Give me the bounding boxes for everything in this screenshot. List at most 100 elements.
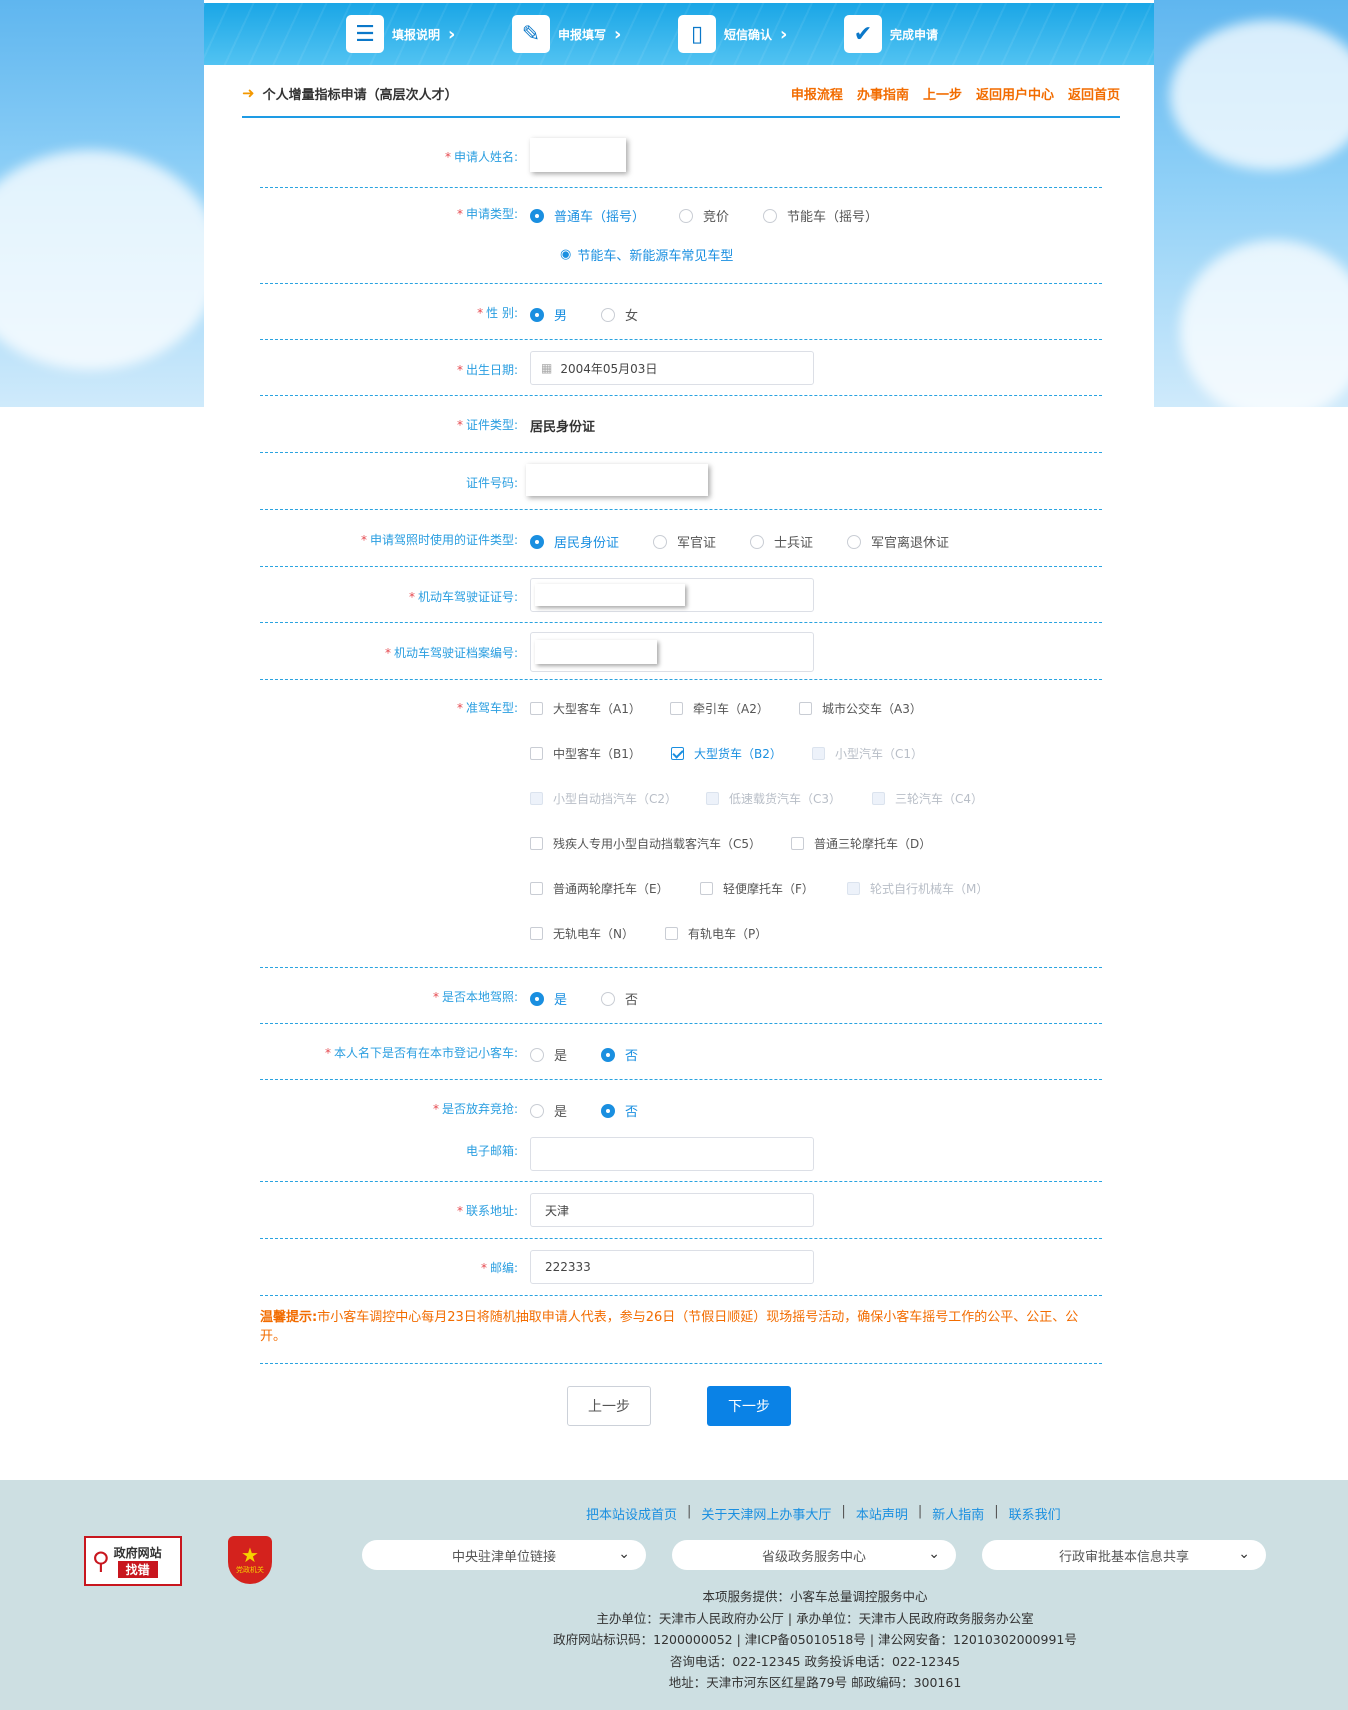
radio-apply-energy[interactable]: 节能车（摇号） <box>763 206 878 225</box>
license-number-input[interactable] <box>530 578 814 612</box>
link-guide[interactable]: 办事指南 <box>857 84 909 103</box>
link-user-center[interactable]: 返回用户中心 <box>976 84 1054 103</box>
radio-give-up-yes[interactable]: 是 <box>530 1101 567 1120</box>
checkbox-c4[interactable]: 三轮汽车（C4） <box>872 776 983 821</box>
row-birth: * 出生日期: ▦ 2004年05月03日 <box>260 340 1102 396</box>
link-prev-step[interactable]: 上一步 <box>923 84 962 103</box>
row-email: 电子邮箱: <box>260 1128 1102 1182</box>
id-number-input[interactable] <box>526 464 708 496</box>
emblem-icon: ★ <box>241 1543 259 1567</box>
row-license-file: * 机动车驾驶证档案编号: <box>260 623 1102 680</box>
checkbox-p[interactable]: 有轨电车（P） <box>665 911 767 956</box>
next-button[interactable]: 下一步 <box>707 1386 791 1426</box>
email-input[interactable] <box>530 1137 814 1171</box>
step-4: ✔ 完成申请 <box>844 13 938 55</box>
name-input[interactable] <box>530 138 626 172</box>
link-home[interactable]: 返回首页 <box>1068 84 1120 103</box>
link-set-home[interactable]: 把本站设成首页 <box>586 1504 677 1523</box>
row-license-number: * 机动车驾驶证证号: <box>260 567 1102 623</box>
redacted-value <box>535 640 657 664</box>
row-name: * 申请人姓名: <box>260 138 1102 188</box>
radio-gender-female[interactable]: 女 <box>601 305 638 324</box>
checkbox-a2[interactable]: 牵引车（A2） <box>670 686 799 731</box>
birth-date-picker[interactable]: ▦ 2004年05月03日 <box>530 351 814 385</box>
footer: 把本站设成首页 | 关于天津网上办事大厅 | 本站声明 | 新人指南 | 联系我们 ⚲ … <box>0 1480 1348 1710</box>
chevron-down-icon: ⌄ <box>1238 1546 1250 1562</box>
radio-apply-lottery[interactable]: 普通车（摇号） <box>530 206 645 225</box>
zip-input[interactable]: 222333 <box>530 1250 814 1284</box>
step-3: ▯ 短信确认 › <box>678 13 787 55</box>
page-title: 个人增量指标申请（高层次人才） <box>262 87 458 103</box>
row-address: * 联系地址: 天津 <box>260 1182 1102 1239</box>
link-contact[interactable]: 联系我们 <box>1009 1504 1061 1523</box>
document-icon: ☰ <box>346 15 384 53</box>
arrow-right-icon: ➜ <box>242 84 255 102</box>
row-has-car: * 本人名下是否有在本市登记小客车: 是 否 <box>260 1024 1102 1080</box>
checkbox-b1[interactable]: 中型客车（B1） <box>530 731 671 776</box>
radio-local-yes[interactable]: 是 <box>530 989 567 1008</box>
checkbox-e[interactable]: 普通两轮摩托车（E） <box>530 866 700 911</box>
edit-icon: ✎ <box>512 15 550 53</box>
page-header: ➜ 个人增量指标申请（高层次人才） 申报流程 办事指南 上一步 返回用户中心 返… <box>242 70 1120 118</box>
row-id-number: 证件号码: <box>260 453 1102 510</box>
chevron-down-icon: ⌄ <box>618 1546 630 1562</box>
radio-license-id-resident[interactable]: 居民身份证 <box>530 532 619 551</box>
checkbox-c3[interactable]: 低速载货汽车（C3） <box>706 776 872 821</box>
chevron-down-icon: ⌄ <box>928 1546 940 1562</box>
prev-button[interactable]: 上一步 <box>567 1386 651 1426</box>
checkbox-f[interactable]: 轻便摩托车（F） <box>700 866 847 911</box>
checkbox-c5[interactable]: 残疾人专用小型自动挡载客汽车（C5） <box>530 821 791 866</box>
chevron-right-icon: › <box>448 23 456 45</box>
radio-has-car-yes[interactable]: 是 <box>530 1045 567 1064</box>
row-apply-type: * 申请类型: 普通车（摇号） 竞价 节能车（摇号） ◉ 节能车、新能源车常见车型 <box>260 188 1102 284</box>
chevron-right-icon: › <box>614 23 622 45</box>
license-file-input[interactable] <box>530 632 814 672</box>
calendar-icon: ▦ <box>541 361 553 375</box>
gov-website-error-badge[interactable]: ⚲ 政府网站 找错 <box>84 1536 182 1586</box>
sms-icon: ▯ <box>678 15 716 53</box>
select-approval-info[interactable]: 行政审批基本信息共享 ⌄ <box>982 1540 1266 1570</box>
radio-license-id-retired[interactable]: 军官离退休证 <box>847 532 949 551</box>
select-central-units[interactable]: 中央驻津单位链接 ⌄ <box>362 1540 646 1570</box>
radio-local-no[interactable]: 否 <box>601 989 638 1008</box>
radio-gender-male[interactable]: 男 <box>530 305 567 324</box>
link-about[interactable]: 关于天津网上办事大厅 <box>701 1504 831 1523</box>
party-gov-badge[interactable]: ★ 党政机关 <box>228 1536 272 1584</box>
checkbox-m[interactable]: 轮式自行机械车（M） <box>847 866 988 911</box>
common-models-link[interactable]: ◉ 节能车、新能源车常见车型 <box>560 245 733 264</box>
chevron-right-icon: › <box>780 23 788 45</box>
main-panel: ☰ 填报说明 › ✎ 申报填写 › ▯ 短信确认 › ✔ 完成申请 ➜ 个人增量… <box>204 0 1154 1480</box>
checkbox-a3[interactable]: 城市公交车（A3） <box>799 686 922 731</box>
id-type-value: 居民身份证 <box>530 420 596 435</box>
radio-give-up-no[interactable]: 否 <box>601 1101 638 1120</box>
row-gender: * 性 别: 男 女 <box>260 284 1102 340</box>
select-provincial-centers[interactable]: 省级政务服务中心 ⌄ <box>672 1540 956 1570</box>
radio-license-id-officer[interactable]: 军官证 <box>653 532 716 551</box>
checkbox-n[interactable]: 无轨电车（N） <box>530 911 665 956</box>
row-zip: * 邮编: 222333 <box>260 1239 1102 1296</box>
link-newbie-guide[interactable]: 新人指南 <box>932 1504 984 1523</box>
radio-apply-bidding[interactable]: 竞价 <box>679 206 729 225</box>
footer-info: 本项服务提供：小客车总量调控服务中心 主办单位：天津市人民政府办公厅 | 承办单… <box>553 1589 1077 1690</box>
row-vehicle-class: * 准驾车型: 大型客车（A1） 牵引车（A2） 城市公交车（A3） 中型客车（B… <box>260 680 1102 968</box>
checkbox-c1[interactable]: 小型汽车（C1） <box>812 731 923 776</box>
step-2: ✎ 申报填写 › <box>512 13 621 55</box>
row-local-license: * 是否本地驾照: 是 否 <box>260 968 1102 1024</box>
redacted-value <box>535 584 685 606</box>
radio-has-car-no[interactable]: 否 <box>601 1045 638 1064</box>
footer-links: 把本站设成首页 | 关于天津网上办事大厅 | 本站声明 | 新人指南 | 联系我们 <box>586 1504 1061 1523</box>
step-1: ☰ 填报说明 › <box>346 13 455 55</box>
checkbox-c2[interactable]: 小型自动挡汽车（C2） <box>530 776 706 821</box>
progress-steps: ☰ 填报说明 › ✎ 申报填写 › ▯ 短信确认 › ✔ 完成申请 <box>204 3 1154 65</box>
link-apply-process[interactable]: 申报流程 <box>791 84 843 103</box>
checkbox-d[interactable]: 普通三轮摩托车（D） <box>791 821 931 866</box>
row-id-type: * 证件类型: 居民身份证 <box>260 396 1102 453</box>
eye-icon: ◉ <box>560 247 572 262</box>
radio-license-id-soldier[interactable]: 士兵证 <box>750 532 813 551</box>
address-input[interactable]: 天津 <box>530 1193 814 1227</box>
link-statement[interactable]: 本站声明 <box>856 1504 908 1523</box>
row-license-id-type: * 申请驾照时使用的证件类型: 居民身份证 军官证 士兵证 军官离退休证 <box>260 510 1102 567</box>
checkbox-a1[interactable]: 大型客车（A1） <box>530 686 670 731</box>
checkbox-b2[interactable]: 大型货车（B2） <box>671 731 812 776</box>
magnifier-icon: ⚲ <box>92 1547 110 1575</box>
